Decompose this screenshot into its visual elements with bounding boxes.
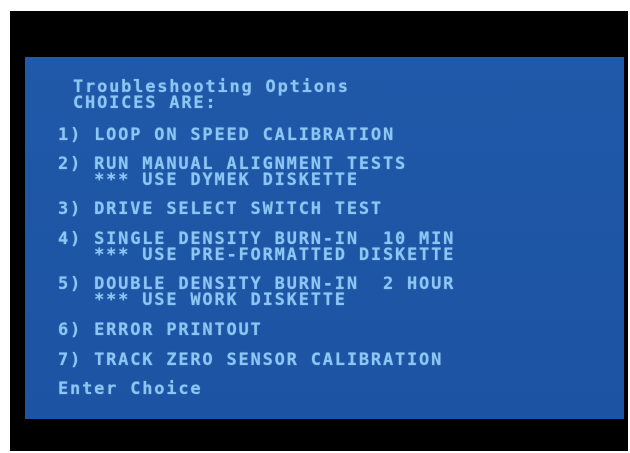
menu-subtitle: CHOICES ARE: (73, 93, 218, 113)
menu-option-2-note: *** USE DYMEK DISKETTE (58, 170, 359, 190)
menu-option-1[interactable]: 1) LOOP ON SPEED CALIBRATION (58, 127, 395, 144)
menu-option-3[interactable]: 3) DRIVE SELECT SWITCH TEST (58, 201, 383, 218)
choice-prompt[interactable]: Enter Choice (58, 381, 202, 398)
menu-option-6[interactable]: 6) ERROR PRINTOUT (58, 322, 263, 339)
menu-option-7[interactable]: 7) TRACK ZERO SENSOR CALIBRATION (58, 352, 443, 369)
menu-option-5-note: *** USE WORK DISKETTE (58, 290, 347, 310)
terminal-screen: Troubleshooting Options CHOICES ARE: 1) … (25, 57, 624, 419)
monitor-frame: Troubleshooting Options CHOICES ARE: 1) … (10, 11, 628, 451)
menu-option-4-note: *** USE PRE-FORMATTED DISKETTE (58, 245, 456, 265)
